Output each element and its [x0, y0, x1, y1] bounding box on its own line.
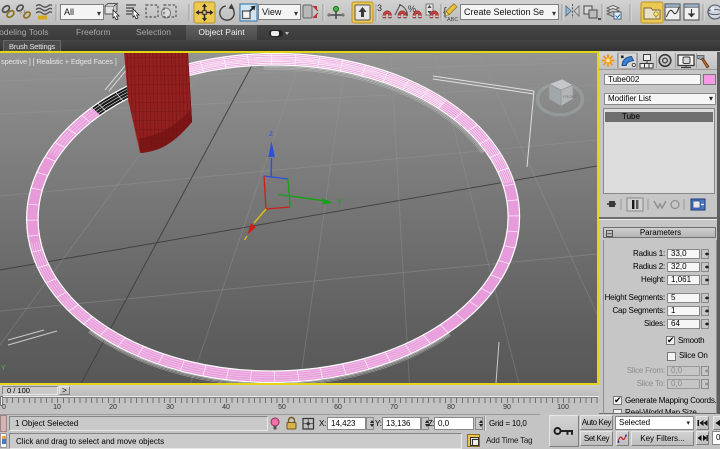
svg-text:ABC: ABC	[447, 17, 458, 23]
svg-text:Y: Y	[1, 365, 6, 372]
svg-text:FRONT: FRONT	[563, 94, 577, 99]
svg-text:z: z	[269, 129, 273, 138]
svg-text:Y: Y	[337, 198, 343, 207]
svg-text:3: 3	[377, 3, 382, 13]
